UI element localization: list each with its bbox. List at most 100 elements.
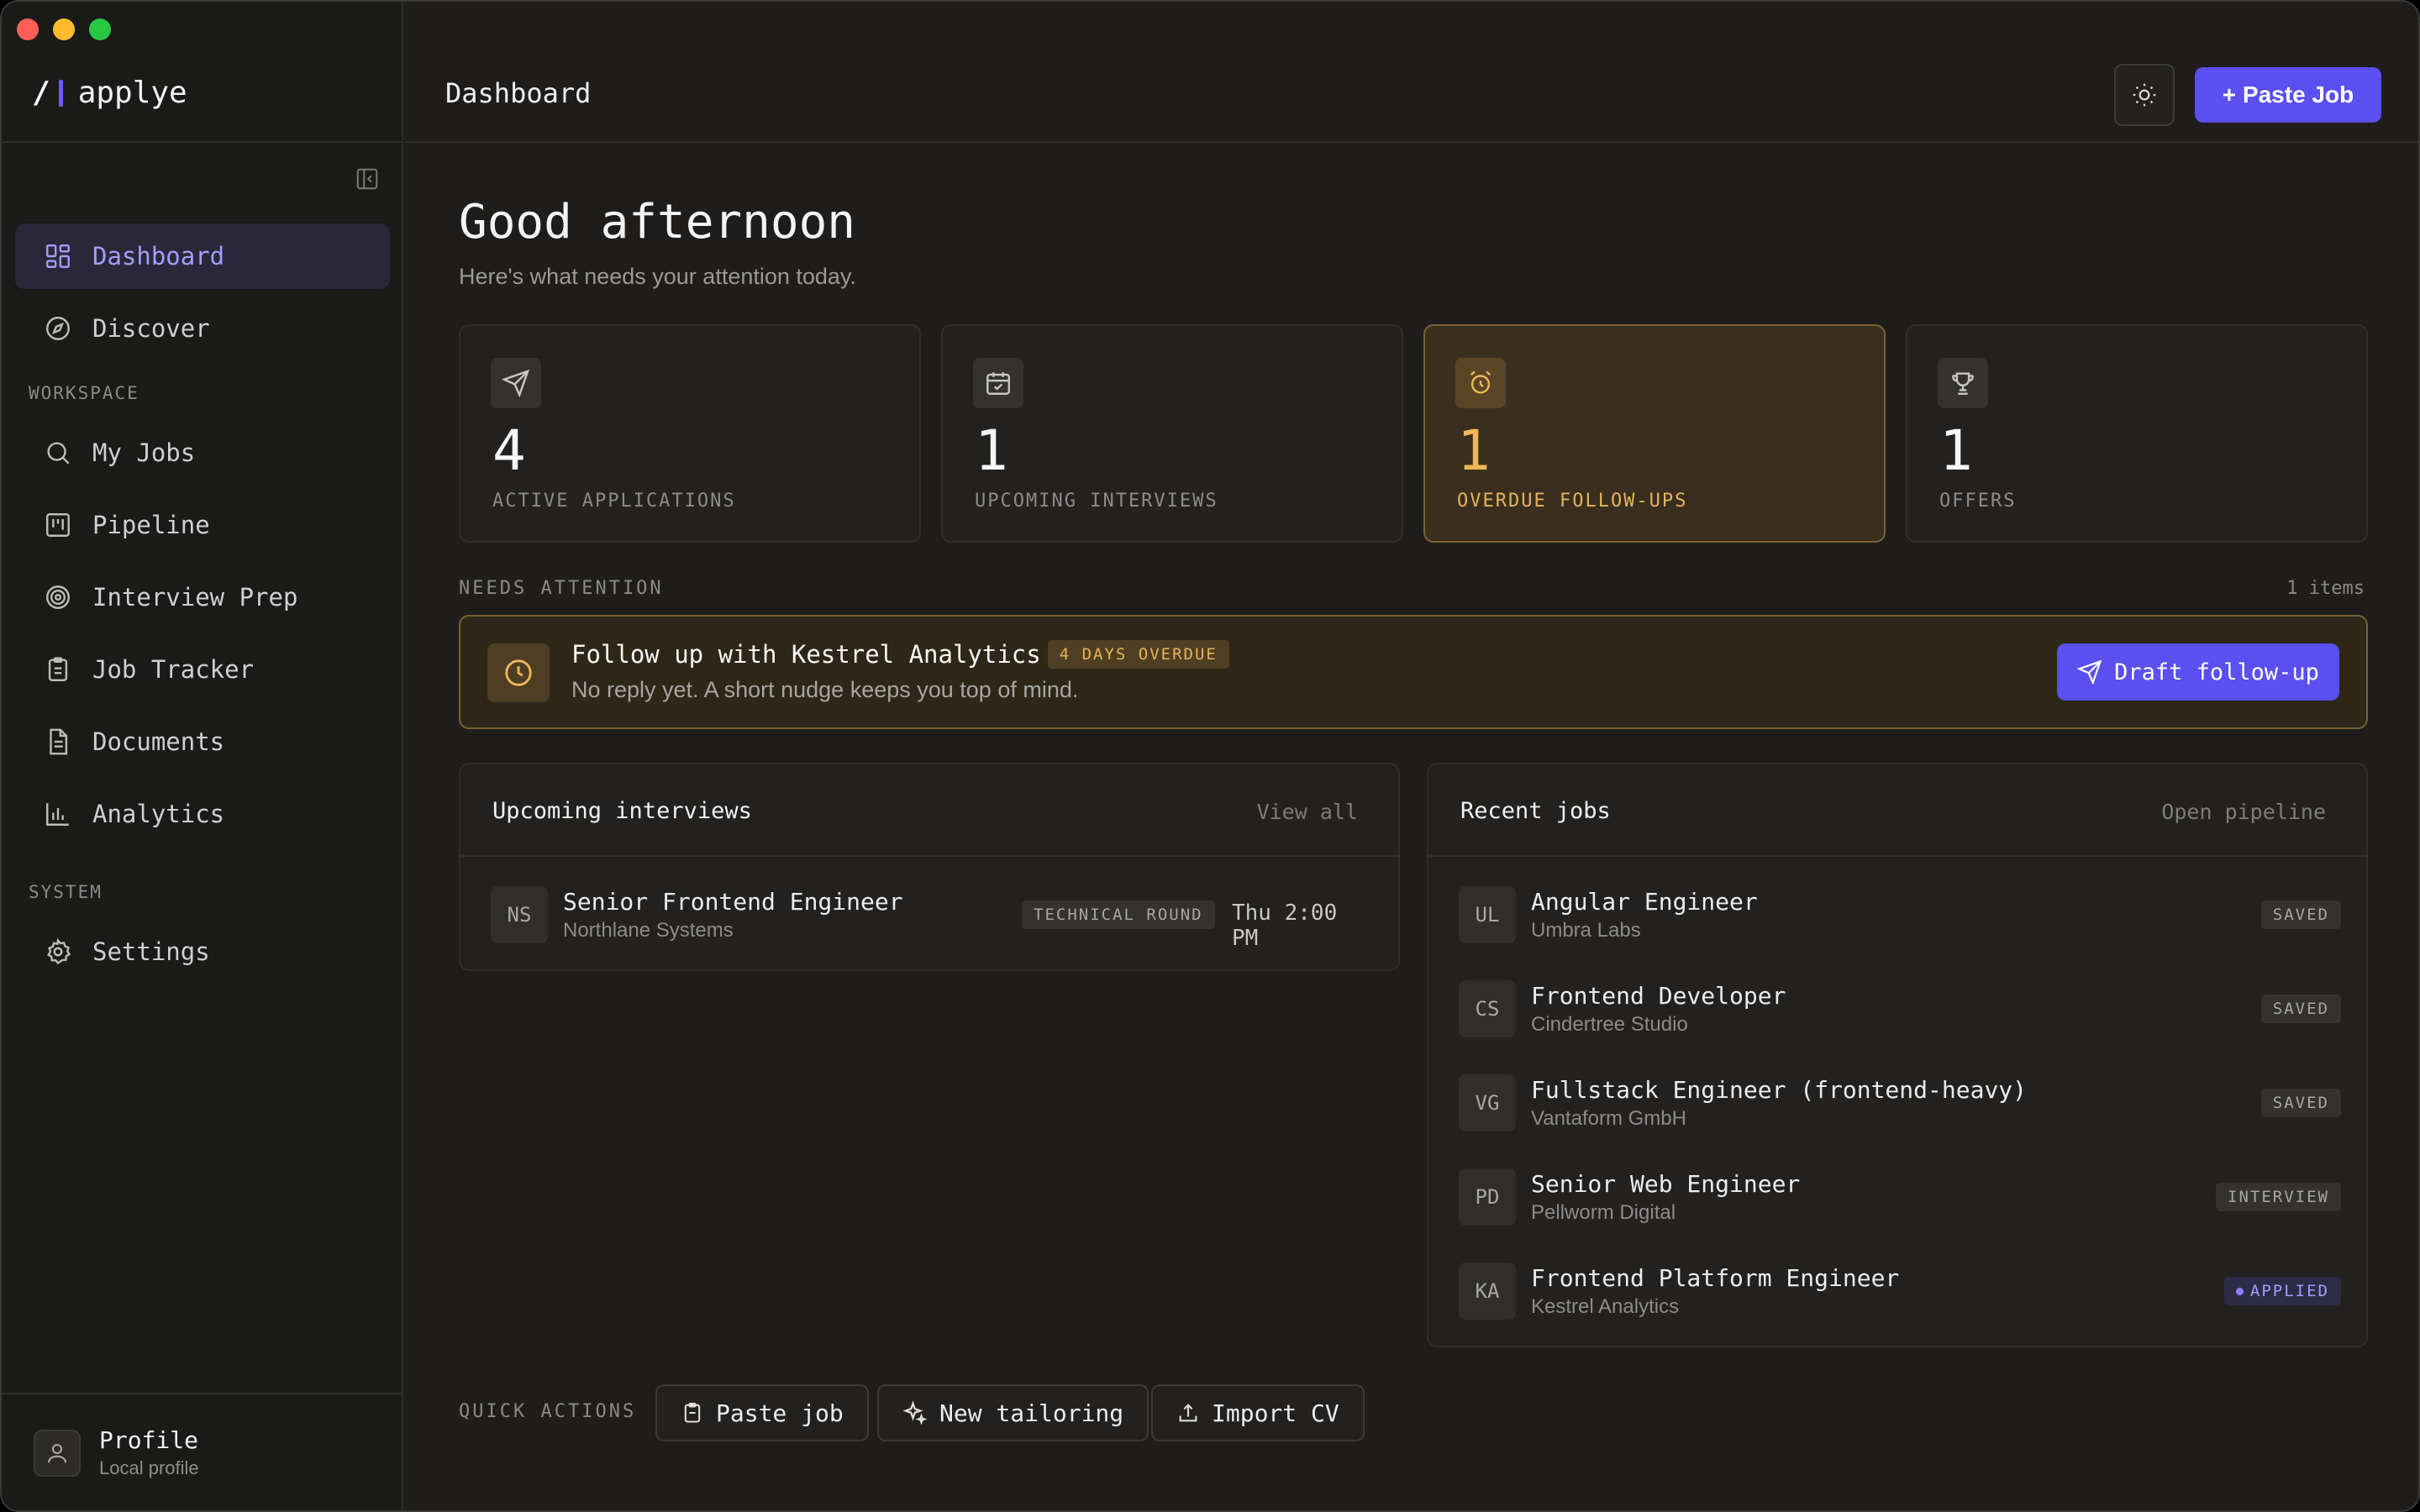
stat-label: OVERDUE FOLLOW-UPS bbox=[1457, 491, 1688, 512]
quick-paste-job-button[interactable]: Paste job bbox=[655, 1384, 869, 1441]
company-name: Umbra Labs bbox=[1531, 918, 1641, 942]
sidebar-divider bbox=[2, 141, 403, 143]
sidebar-item-my-jobs[interactable]: My Jobs bbox=[15, 420, 390, 486]
status-dot bbox=[2235, 1287, 2244, 1295]
recent-jobs-panel: Recent jobs Open pipeline UL Angular Eng… bbox=[1427, 763, 2368, 1347]
app-logo[interactable]: / applye bbox=[32, 76, 187, 110]
import-cv-button[interactable]: Import CV bbox=[1151, 1384, 1365, 1441]
sidebar-collapse-icon[interactable] bbox=[355, 166, 380, 192]
stat-icon-box bbox=[1938, 358, 1988, 408]
view-all-link[interactable]: View all bbox=[1257, 800, 1358, 824]
dashboard-icon bbox=[46, 244, 70, 268]
stat-card-overdue-follow-ups[interactable]: 1 OVERDUE FOLLOW-UPS bbox=[1423, 324, 1886, 543]
job-title: Frontend Developer bbox=[1531, 981, 1786, 1010]
sidebar-item-label: Settings bbox=[92, 937, 210, 966]
logo-mark: / bbox=[32, 76, 50, 110]
upload-icon bbox=[1179, 1404, 1197, 1422]
company-initials: CS bbox=[1459, 980, 1516, 1037]
stat-value: 1 bbox=[1457, 418, 1491, 483]
sidebar-item-analytics[interactable]: Analytics bbox=[15, 781, 390, 847]
app-window: / applye Dashboard Discover WORKSPACE My… bbox=[0, 0, 2420, 1512]
gear-icon bbox=[47, 937, 71, 965]
interview-row[interactable]: NS Senior Frontend Engineer Northlane Sy… bbox=[491, 884, 1373, 951]
kanban-icon bbox=[46, 513, 70, 537]
sidebar-item-label: Pipeline bbox=[92, 511, 210, 539]
sidebar-item-label: Documents bbox=[92, 727, 225, 756]
section-label-workspace: WORKSPACE bbox=[29, 383, 139, 403]
theme-toggle-button[interactable] bbox=[2114, 64, 2175, 126]
bar-chart-icon bbox=[46, 803, 69, 826]
job-row[interactable]: VG Fullstack Engineer (frontend-heavy) V… bbox=[1459, 1072, 2341, 1134]
paste-job-button[interactable]: + Paste Job bbox=[2195, 67, 2381, 123]
stat-card-active-applications[interactable]: 4 ACTIVE APPLICATIONS bbox=[459, 324, 921, 543]
sidebar-item-pipeline[interactable]: Pipeline bbox=[15, 492, 390, 558]
profile-button[interactable]: Profile Local profile bbox=[34, 1426, 199, 1479]
greeting-heading: Good afternoon bbox=[459, 195, 856, 249]
panel-title: Recent jobs bbox=[1460, 798, 1611, 824]
stat-label: OFFERS bbox=[1939, 491, 2017, 512]
status-badge: INTERVIEW bbox=[2216, 1183, 2341, 1211]
company-initials: UL bbox=[1459, 886, 1516, 943]
close-window-button[interactable] bbox=[17, 18, 39, 40]
new-tailoring-button[interactable]: New tailoring bbox=[877, 1384, 1150, 1441]
status-badge: SAVED bbox=[2260, 900, 2341, 929]
logo-bar bbox=[58, 79, 63, 107]
trophy-icon bbox=[1952, 372, 1974, 395]
company-initials: NS bbox=[491, 886, 548, 943]
alert-icon-box bbox=[487, 643, 550, 702]
needs-attention-label: NEEDS ATTENTION bbox=[459, 578, 664, 599]
overdue-badge: 4 DAYS OVERDUE bbox=[1047, 640, 1229, 669]
send-icon bbox=[2077, 659, 2102, 685]
clipboard-icon bbox=[48, 657, 68, 681]
job-row[interactable]: UL Angular Engineer Umbra Labs SAVED bbox=[1459, 884, 2341, 946]
draft-follow-up-button[interactable]: Draft follow-up bbox=[2057, 643, 2339, 701]
page-title: Dashboard bbox=[445, 77, 592, 109]
stat-icon-box bbox=[1455, 358, 1506, 408]
stat-label: ACTIVE APPLICATIONS bbox=[492, 491, 736, 512]
sidebar-item-documents[interactable]: Documents bbox=[15, 709, 390, 774]
job-title: Angular Engineer bbox=[1531, 887, 1758, 916]
sidebar: / applye Dashboard Discover WORKSPACE My… bbox=[2, 2, 403, 1510]
status-badge: SAVED bbox=[2260, 1089, 2341, 1117]
stat-card-offers[interactable]: 1 OFFERS bbox=[1906, 324, 2368, 543]
company-name: Pellworm Digital bbox=[1531, 1200, 1676, 1224]
sidebar-item-label: My Jobs bbox=[92, 438, 196, 467]
status-badge: APPLIED bbox=[2223, 1277, 2341, 1305]
top-bar: Dashboard + Paste Job bbox=[405, 2, 2418, 143]
target-icon bbox=[46, 585, 70, 609]
company-name: Kestrel Analytics bbox=[1531, 1294, 1680, 1318]
profile-name: Profile bbox=[99, 1426, 199, 1454]
sidebar-item-discover[interactable]: Discover bbox=[15, 296, 390, 361]
section-label-system: SYSTEM bbox=[29, 882, 103, 902]
alarm-clock-icon bbox=[1470, 370, 1491, 394]
sidebar-item-label: Discover bbox=[92, 314, 210, 343]
status-badge: SAVED bbox=[2260, 995, 2341, 1023]
sidebar-item-dashboard[interactable]: Dashboard bbox=[15, 223, 390, 289]
zoom-window-button[interactable] bbox=[89, 18, 111, 40]
follow-up-alert: Follow up with Kestrel Analytics 4 DAYS … bbox=[459, 615, 2368, 729]
quick-action-label: Paste job bbox=[716, 1399, 844, 1427]
sidebar-item-interview-prep[interactable]: Interview Prep bbox=[15, 564, 390, 630]
search-icon bbox=[47, 442, 70, 465]
panel-header: Recent jobs Open pipeline bbox=[1428, 764, 2366, 857]
document-icon bbox=[50, 728, 68, 755]
window-controls bbox=[17, 18, 111, 40]
job-row[interactable]: PD Senior Web Engineer Pellworm Digital … bbox=[1459, 1166, 2341, 1228]
stat-card-upcoming-interviews[interactable]: 1 UPCOMING INTERVIEWS bbox=[941, 324, 1403, 543]
calendar-icon bbox=[986, 372, 1010, 395]
minimize-window-button[interactable] bbox=[53, 18, 75, 40]
stat-label: UPCOMING INTERVIEWS bbox=[975, 491, 1218, 512]
profile-divider bbox=[2, 1393, 403, 1394]
sidebar-item-job-tracker[interactable]: Job Tracker bbox=[15, 637, 390, 702]
open-pipeline-link[interactable]: Open pipeline bbox=[2161, 800, 2326, 824]
alert-description: No reply yet. A short nudge keeps you to… bbox=[571, 677, 1079, 702]
quick-action-label: New tailoring bbox=[939, 1399, 1124, 1427]
sun-icon bbox=[2133, 83, 2156, 107]
sidebar-item-settings[interactable]: Settings bbox=[15, 919, 390, 984]
job-row[interactable]: CS Frontend Developer Cindertree Studio … bbox=[1459, 978, 2341, 1040]
company-initials: KA bbox=[1459, 1263, 1516, 1320]
clipboard-paste-icon bbox=[684, 1402, 701, 1423]
job-row[interactable]: KA Frontend Platform Engineer Kestrel An… bbox=[1459, 1260, 2341, 1322]
draft-follow-up-label: Draft follow-up bbox=[2114, 659, 2319, 685]
sidebar-item-label: Interview Prep bbox=[92, 583, 298, 612]
